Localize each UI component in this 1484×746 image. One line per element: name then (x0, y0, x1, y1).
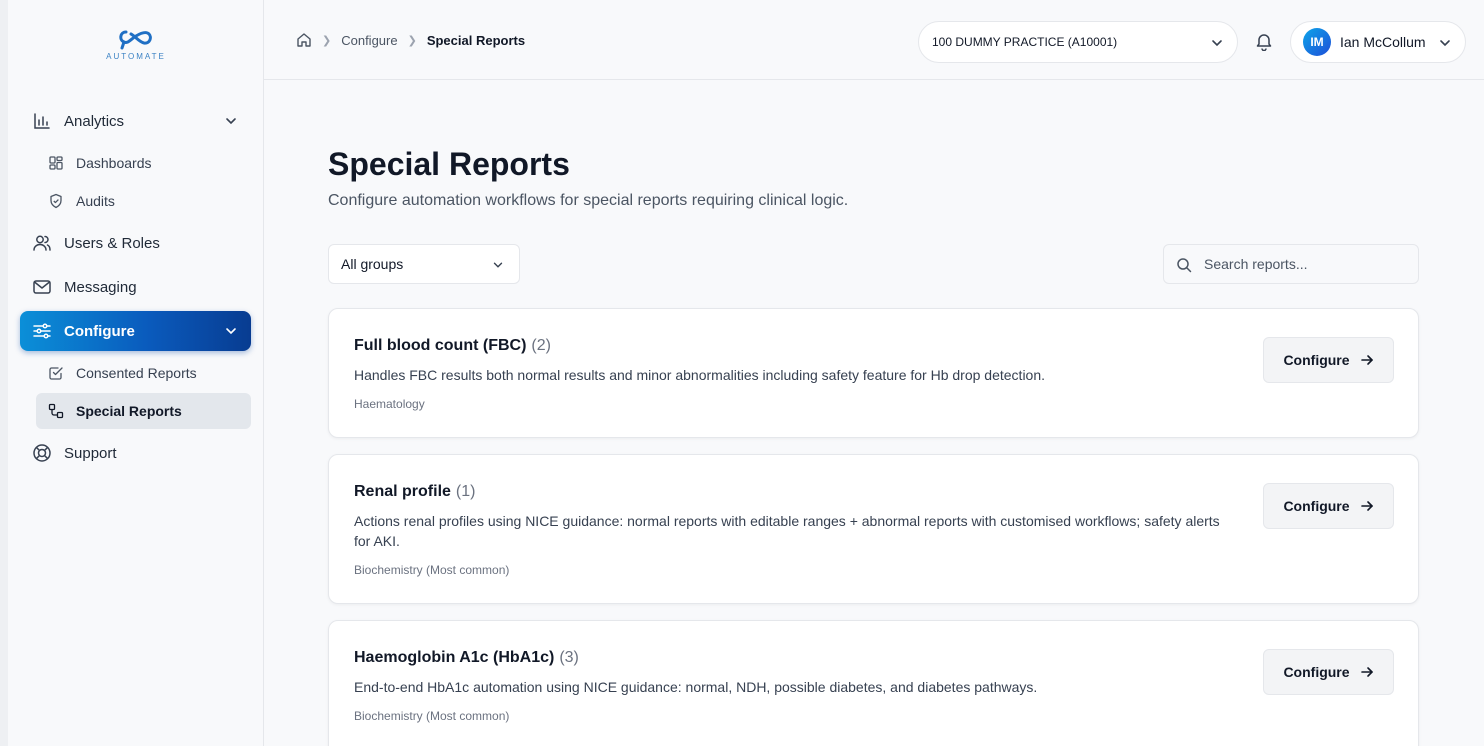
checkbox-icon (48, 365, 64, 381)
report-title-text: Full blood count (FBC) (354, 337, 527, 354)
logo-text: AUTOMATE (106, 52, 166, 61)
configure-button-label: Configure (1283, 664, 1350, 680)
infinity-logo-icon (119, 30, 152, 50)
grid-icon (48, 155, 64, 171)
breadcrumb-separator-icon: ❯ (322, 34, 332, 47)
report-count: (1) (455, 483, 476, 500)
sidebar-item-consented-reports[interactable]: Consented Reports (36, 355, 251, 391)
report-description: Actions renal profiles using NICE guidan… (354, 513, 1220, 549)
group-filter-value: All groups (341, 256, 404, 272)
chevron-down-icon (223, 323, 239, 339)
report-category: Biochemistry (Most common) (354, 563, 510, 577)
chevron-down-icon (223, 113, 239, 129)
arrow-right-icon (1360, 499, 1374, 513)
logo[interactable]: AUTOMATE (8, 28, 264, 61)
sidebar-item-label: Configure (64, 322, 135, 340)
arrow-right-icon (1360, 353, 1374, 367)
sidebar-item-analytics[interactable]: Analytics (20, 101, 251, 141)
sidebar-item-dashboards[interactable]: Dashboards (36, 145, 251, 181)
search-input[interactable] (1204, 245, 1414, 283)
sidebar-item-label: Messaging (64, 278, 137, 296)
sidebar-item-users-roles[interactable]: Users & Roles (20, 223, 251, 263)
practice-select[interactable]: 100 DUMMY PRACTICE (A10001) (918, 21, 1238, 63)
users-icon (32, 233, 52, 253)
report-title-text: Haemoglobin A1c (HbA1c) (354, 649, 555, 666)
group-filter-select[interactable]: All groups (328, 244, 520, 284)
sidebar-item-label: Dashboards (76, 155, 152, 171)
avatar: IM (1303, 28, 1331, 56)
sidebar-item-label: Special Reports (76, 403, 182, 419)
notification-bell-icon[interactable] (1254, 31, 1274, 52)
search-box (1163, 244, 1419, 284)
chevron-down-icon (491, 258, 505, 275)
report-count: (2) (531, 337, 551, 354)
user-menu[interactable]: IM Ian McCollum (1290, 21, 1466, 63)
sidebar-item-special-reports[interactable]: Special Reports (36, 393, 251, 429)
sidebar-item-audits[interactable]: Audits (36, 183, 251, 219)
workflow-icon (48, 403, 64, 419)
breadcrumb-current: Special Reports (426, 32, 526, 48)
page-subtitle: Configure automation workflows for speci… (328, 192, 849, 209)
configure-button-label: Configure (1283, 352, 1350, 368)
shield-icon (48, 193, 64, 209)
report-description: Handles FBC results both normal results … (354, 367, 1046, 383)
sidebar-item-label: Support (64, 444, 117, 462)
configure-button-label: Configure (1283, 498, 1350, 514)
user-name: Ian McCollum (1340, 34, 1426, 50)
top-bar: ❯ Configure ❯ Special Reports 100 DUMMY … (264, 0, 1484, 80)
home-icon[interactable] (296, 32, 312, 48)
report-title: Haemoglobin A1c (HbA1c) (3) (354, 649, 579, 667)
configure-button[interactable]: Configure (1263, 337, 1394, 383)
report-description: End-to-end HbA1c automation using NICE g… (354, 679, 1038, 695)
report-card: Full blood count (FBC) (2) Handles FBC re… (328, 308, 1419, 438)
report-count: (3) (559, 649, 579, 666)
search-icon (1176, 257, 1192, 278)
chevron-down-icon (1209, 35, 1225, 54)
breadcrumb-separator-icon: ❯ (407, 34, 417, 47)
sidebar-item-label: Users & Roles (64, 234, 160, 252)
report-card: Renal profile (1) Actions renal profiles … (328, 454, 1419, 604)
mail-icon (32, 277, 52, 297)
breadcrumb-configure[interactable]: Configure (341, 33, 397, 48)
breadcrumb: ❯ Configure ❯ Special Reports (296, 32, 525, 48)
configure-button[interactable]: Configure (1263, 649, 1394, 695)
main-area: ❯ Configure ❯ Special Reports 100 DUMMY … (264, 0, 1484, 746)
report-category: Haematology (354, 397, 425, 411)
arrow-right-icon (1360, 665, 1374, 679)
sidebar-item-support[interactable]: Support (20, 433, 251, 473)
lifebuoy-icon (32, 443, 52, 463)
report-category: Biochemistry (Most common) (354, 709, 510, 723)
sidebar-item-label: Analytics (64, 112, 125, 130)
page-title: Special Reports (328, 146, 570, 182)
practice-select-value: 100 DUMMY PRACTICE (A10001) (932, 35, 1118, 49)
sidebar: AUTOMATE Analytics Dashboards Audits Use… (0, 0, 264, 746)
report-card: Haemoglobin A1c (HbA1c) (3) End-to-end Hb… (328, 620, 1419, 746)
report-title: Full blood count (FBC) (2) (354, 337, 551, 355)
configure-button[interactable]: Configure (1263, 483, 1394, 529)
sidebar-nav: Analytics Dashboards Audits Users & Role… (20, 101, 251, 477)
bar-chart-icon (32, 111, 52, 131)
sliders-icon (32, 321, 52, 341)
chevron-down-icon (1437, 35, 1453, 56)
report-title: Renal profile (1) (354, 483, 475, 501)
sidebar-item-configure[interactable]: Configure (20, 311, 251, 351)
sidebar-item-label: Consented Reports (76, 365, 197, 381)
sidebar-item-messaging[interactable]: Messaging (20, 267, 251, 307)
report-title-text: Renal profile (354, 483, 451, 500)
sidebar-item-label: Audits (76, 193, 115, 209)
